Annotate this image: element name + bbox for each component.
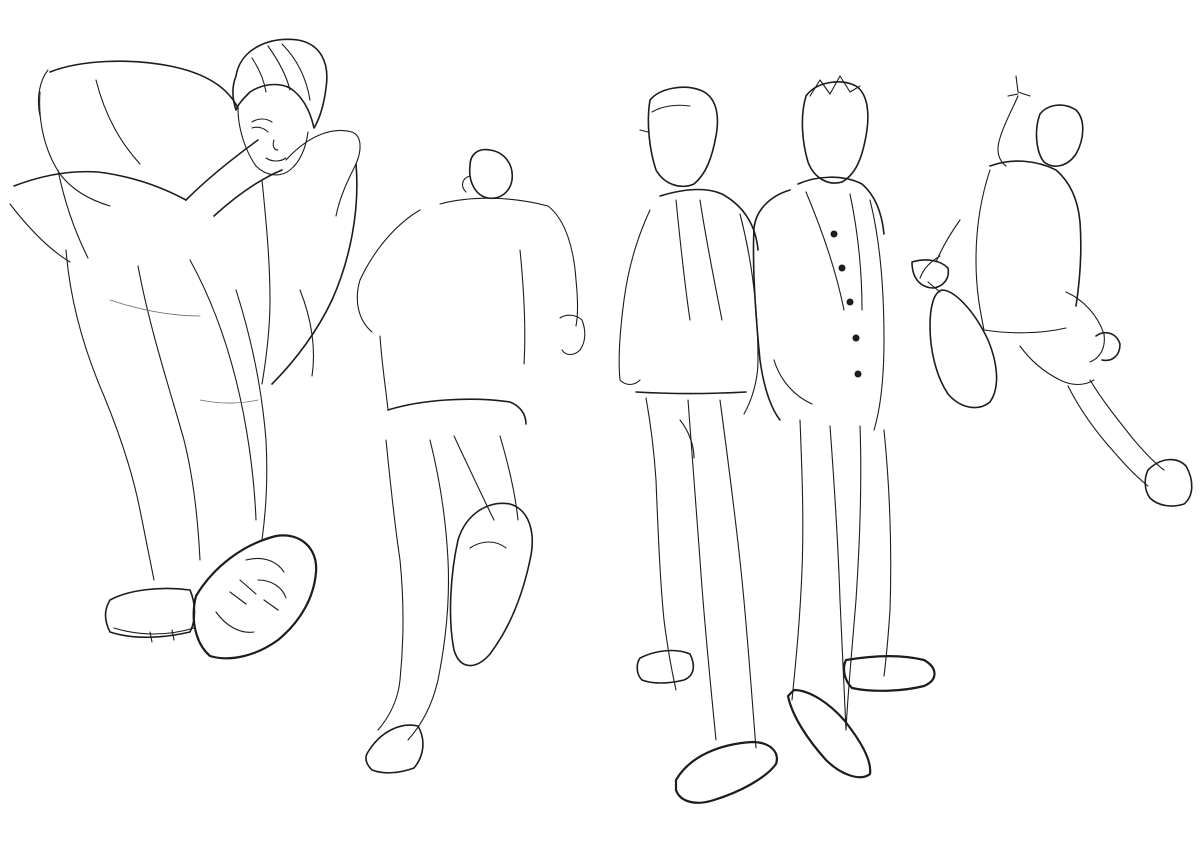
figure-running-away — [356, 148, 586, 774]
figure-standing-buttoned-jacket — [752, 75, 936, 779]
figure-standing-hands-in-pockets — [618, 86, 778, 804]
sketch-canvas — [0, 0, 1200, 848]
figure-tennis-jump — [911, 75, 1193, 507]
figure-sketch-sheet — [9, 38, 1193, 804]
figure-crouching-kick — [9, 38, 361, 660]
